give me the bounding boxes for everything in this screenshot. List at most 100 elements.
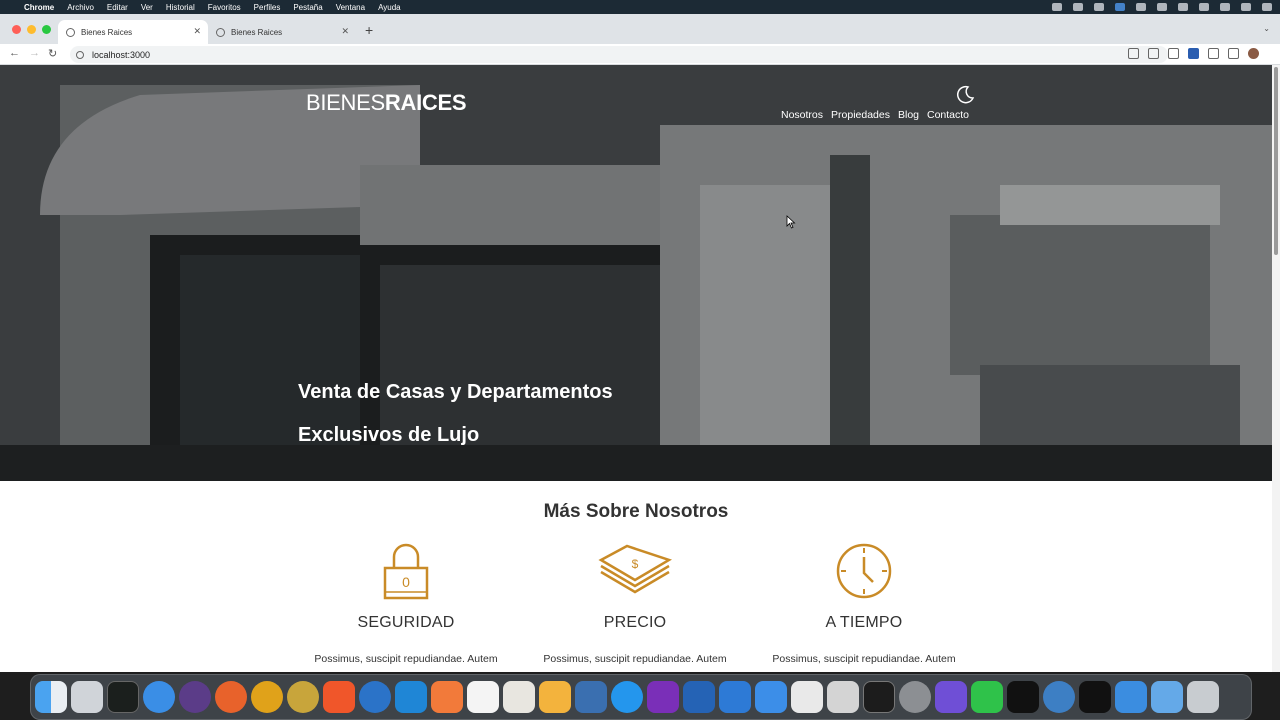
siri-icon[interactable]: [1262, 3, 1272, 11]
avatar[interactable]: [1248, 48, 1259, 59]
facetime-icon[interactable]: [971, 681, 1003, 713]
maximize-window-button[interactable]: [42, 25, 51, 34]
chrome-icon[interactable]: [251, 681, 283, 713]
firefox-icon[interactable]: [215, 681, 247, 713]
activity-monitor-icon[interactable]: [107, 681, 139, 713]
browser-toolbar: ← → ↻ localhost:3000: [0, 44, 1280, 65]
site-logo[interactable]: BIENESRAICES: [306, 90, 467, 116]
hero-title-line1: Venta de Casas y Departamentos: [298, 381, 613, 403]
menu-ver[interactable]: Ver: [141, 3, 153, 12]
hero-overlay: [0, 65, 1272, 481]
back-icon[interactable]: ←: [9, 47, 20, 59]
instruments-icon[interactable]: [683, 681, 715, 713]
sublime-icon[interactable]: [431, 681, 463, 713]
web-page: BIENESRAICES Nosotros Propiedades Blog C…: [0, 65, 1272, 672]
downloads-folder-icon[interactable]: [1151, 681, 1183, 713]
tab-active[interactable]: Bienes Raices ✕: [58, 20, 208, 44]
camera-status-icon[interactable]: [1052, 3, 1062, 11]
user-status-icon[interactable]: [1178, 3, 1188, 11]
xcode-icon[interactable]: [719, 681, 751, 713]
docker-icon[interactable]: [611, 681, 643, 713]
star-icon[interactable]: [1168, 48, 1179, 59]
mysql-workbench-icon[interactable]: [575, 681, 607, 713]
menu-app-name[interactable]: Chrome: [24, 3, 54, 12]
trash-icon[interactable]: [1187, 681, 1219, 713]
finder-icon[interactable]: [35, 681, 67, 713]
new-tab-icon[interactable]: +: [365, 22, 373, 38]
forward-icon[interactable]: →: [29, 47, 40, 59]
tab-close-icon[interactable]: ✕: [341, 26, 349, 37]
minimize-window-button[interactable]: [27, 25, 36, 34]
insomnia-icon[interactable]: [539, 681, 571, 713]
close-window-button[interactable]: [12, 25, 21, 34]
menu-perfiles[interactable]: Perfiles: [254, 3, 281, 12]
menu-editar[interactable]: Editar: [107, 3, 128, 12]
sidebar-icon[interactable]: [1228, 48, 1239, 59]
r-app-icon[interactable]: [791, 681, 823, 713]
vscode-icon[interactable]: [395, 681, 427, 713]
quicktime-icon[interactable]: [1043, 681, 1075, 713]
brave-icon[interactable]: [323, 681, 355, 713]
id-app-icon[interactable]: [1007, 681, 1039, 713]
id-status-icon[interactable]: [1073, 3, 1083, 11]
puzzle-icon[interactable]: [1208, 48, 1219, 59]
hero-title: Venta de Casas y Departamentos Exclusivo…: [298, 371, 613, 457]
chevron-down-icon[interactable]: ⌄: [1263, 24, 1270, 33]
nav-link-nosotros[interactable]: Nosotros: [781, 109, 823, 121]
globe-icon: [216, 27, 225, 37]
tab-title: Bienes Raices: [231, 27, 283, 37]
simulator-icon[interactable]: [755, 681, 787, 713]
eyes-icon[interactable]: [935, 681, 967, 713]
safari-icon[interactable]: [143, 681, 175, 713]
feature-text: Possimus, suscipit repudiandae. Autem: [772, 653, 956, 665]
menu-archivo[interactable]: Archivo: [67, 3, 94, 12]
hero-title-line2: Exclusivos de Lujo: [298, 424, 480, 446]
zoom-icon[interactable]: [1128, 48, 1139, 59]
chrome-canary-icon[interactable]: [287, 681, 319, 713]
reload-icon[interactable]: ↻: [48, 47, 57, 60]
launchpad-icon[interactable]: [71, 681, 103, 713]
site-info-icon[interactable]: [76, 50, 84, 59]
tableplus-icon[interactable]: [503, 681, 535, 713]
apple-tv-icon[interactable]: [1079, 681, 1111, 713]
menu-ventana[interactable]: Ventana: [336, 3, 365, 12]
menu-pestana[interactable]: Pestaña: [293, 3, 322, 12]
tab-inactive[interactable]: Bienes Raices ✕: [208, 20, 356, 44]
tab-close-icon[interactable]: ✕: [193, 26, 201, 37]
svg-text:$: $: [632, 557, 639, 571]
menu-historial[interactable]: Historial: [166, 3, 195, 12]
app-status-icon[interactable]: [1115, 3, 1125, 11]
moon-icon[interactable]: [955, 85, 975, 105]
kebab-menu-icon[interactable]: [1268, 48, 1272, 59]
battery-icon[interactable]: [1199, 3, 1209, 11]
feature-text: Possimus, suscipit repudiandae. Autem: [314, 653, 498, 665]
control-center-icon[interactable]: [1241, 3, 1251, 11]
feature-card-seguridad: 0 SEGURIDAD Possimus, suscipit repudiand…: [291, 542, 521, 665]
keynote-icon[interactable]: [1115, 681, 1147, 713]
mac-dock: [30, 674, 1252, 720]
podcasts-icon[interactable]: [647, 681, 679, 713]
menu-favoritos[interactable]: Favoritos: [208, 3, 241, 12]
nav-link-propiedades[interactable]: Propiedades: [831, 109, 890, 121]
system-preferences-icon[interactable]: [899, 681, 931, 713]
share-icon[interactable]: [1148, 48, 1159, 59]
page-scrollbar[interactable]: [1272, 65, 1280, 672]
nav-link-contacto[interactable]: Contacto: [927, 109, 969, 121]
feature-title: A TIEMPO: [825, 614, 903, 631]
grid-status-icon[interactable]: [1094, 3, 1104, 11]
thunderbird-icon[interactable]: [359, 681, 391, 713]
nav-link-blog[interactable]: Blog: [898, 109, 919, 121]
extension-icon[interactable]: [1188, 48, 1199, 59]
terminal-icon[interactable]: [863, 681, 895, 713]
mongodb-icon[interactable]: [467, 681, 499, 713]
address-bar[interactable]: localhost:3000: [70, 46, 1168, 63]
globe-icon: [66, 27, 75, 37]
scrollbar-thumb[interactable]: [1274, 67, 1278, 255]
notion-icon[interactable]: [179, 681, 211, 713]
motion-icon[interactable]: [827, 681, 859, 713]
spotlight-icon[interactable]: [1220, 3, 1230, 11]
menu-ayuda[interactable]: Ayuda: [378, 3, 401, 12]
cloud-status-icon[interactable]: [1136, 3, 1146, 11]
wifi-icon[interactable]: [1157, 3, 1167, 11]
feature-title: SEGURIDAD: [357, 614, 455, 631]
